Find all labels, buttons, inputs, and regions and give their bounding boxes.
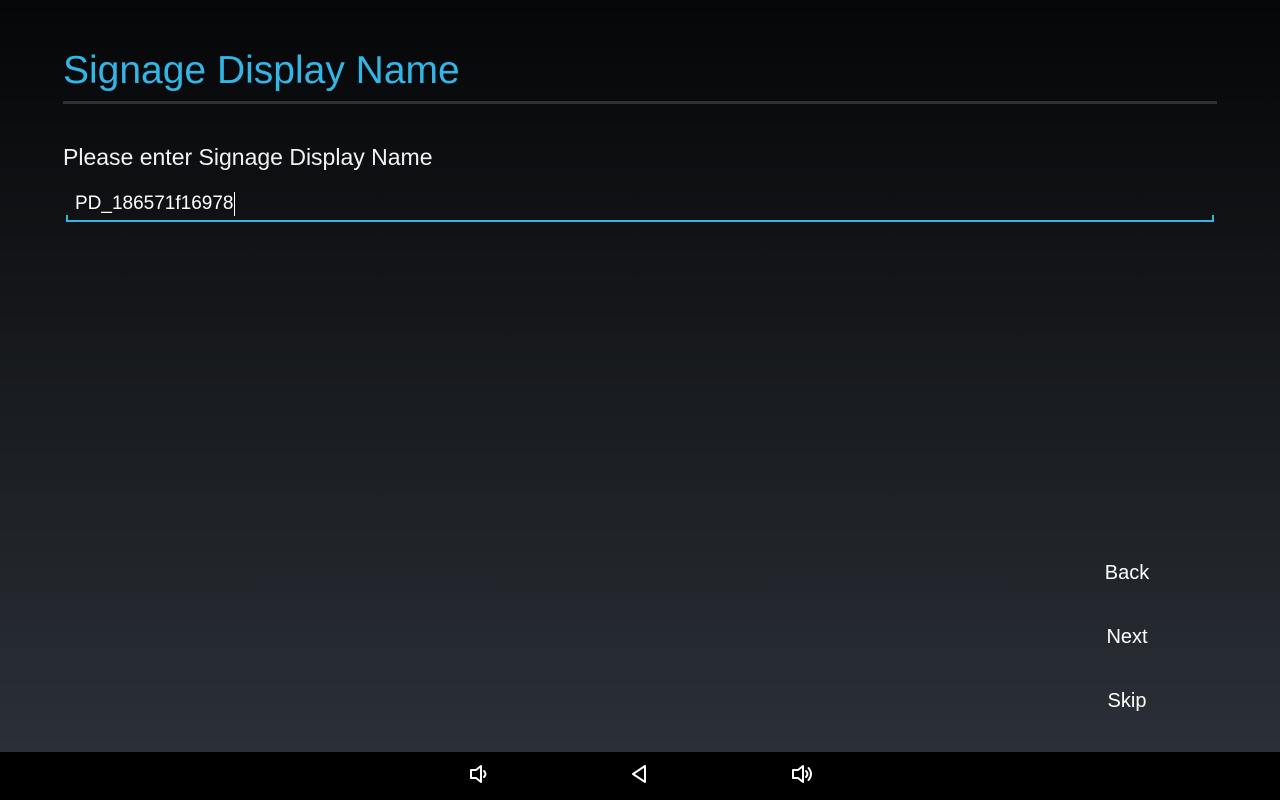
volume-down-button[interactable] <box>459 760 499 792</box>
text-caret <box>234 192 236 216</box>
input-underline <box>66 220 1214 222</box>
back-nav-button[interactable] <box>620 760 660 792</box>
volume-up-button[interactable] <box>782 760 822 792</box>
volume-up-icon <box>790 763 814 790</box>
setup-screen: Signage Display Name Please enter Signag… <box>0 0 1280 752</box>
back-button[interactable]: Back <box>1067 553 1187 593</box>
skip-button[interactable]: Skip <box>1067 681 1187 721</box>
display-name-value: PD_186571f16978 <box>75 193 234 214</box>
title-divider <box>63 101 1217 104</box>
input-underline-left-tick <box>66 215 68 222</box>
display-name-input-text: PD_186571f16978 <box>75 192 236 216</box>
next-button[interactable]: Next <box>1067 617 1187 657</box>
input-underline-right-tick <box>1212 215 1214 222</box>
page-title: Signage Display Name <box>63 49 460 92</box>
volume-down-icon <box>468 763 490 790</box>
system-navigation-bar <box>0 752 1280 800</box>
display-name-input[interactable]: PD_186571f16978 <box>66 186 1214 222</box>
name-prompt-label: Please enter Signage Display Name <box>63 144 433 170</box>
back-icon <box>629 763 651 790</box>
